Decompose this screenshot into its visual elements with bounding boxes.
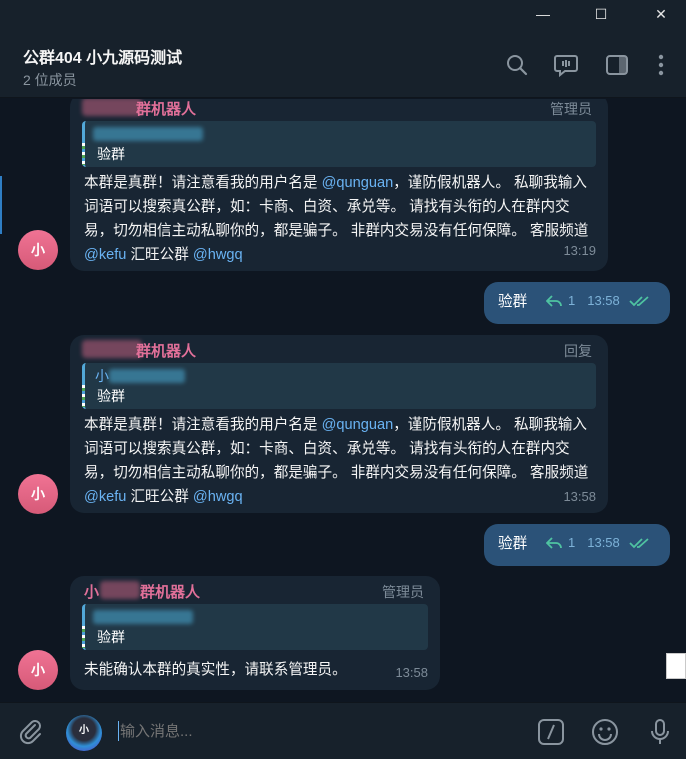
message-time: 13:58	[563, 489, 596, 504]
close-window-button[interactable]: ✕	[638, 0, 684, 28]
message-text: 验群	[498, 294, 528, 310]
emoji-icon[interactable]	[590, 717, 620, 747]
outgoing-message-bubble[interactable]: 验群 1 13:58	[484, 524, 670, 566]
overlay-window-fragment	[666, 653, 686, 679]
admin-badge: 管理员	[550, 101, 592, 117]
chat-header[interactable]: 公群404 小九源码测试 2 位成员	[0, 28, 686, 98]
message-text: 未能确认本群的真实性，请联系管理员。	[84, 662, 347, 678]
close-icon: ✕	[655, 5, 667, 22]
sender-name[interactable]: 群机器人	[140, 581, 200, 602]
reply-count[interactable]: 1	[568, 535, 575, 550]
send-as-avatar[interactable]: 小	[66, 715, 102, 751]
reply-arrow-icon	[546, 536, 562, 549]
search-icon[interactable]	[504, 52, 530, 78]
mention-link[interactable]: @kefu	[84, 247, 126, 263]
reply-count[interactable]: 1	[568, 293, 575, 308]
mention-link[interactable]: @hwgq	[193, 489, 243, 505]
chat-title[interactable]: 公群404 小九源码测试	[23, 44, 182, 68]
message-text: 本群是真群！请注意看我的用户名是 @qunguan，谨防假机器人。 私聊我输入词…	[84, 175, 589, 263]
message-meta: 1 13:58	[546, 293, 652, 308]
reply-stripe	[82, 626, 85, 648]
message-bubble[interactable]: 群机器人 回复 小 验群 本群是真群！请注意看我的用户名是 @qunguan，谨…	[70, 335, 608, 513]
mention-link[interactable]: @hwgq	[193, 247, 243, 263]
sender-name-prefix: 小	[84, 584, 100, 601]
message-time: 13:58	[587, 293, 620, 308]
reply-quote[interactable]: 验群	[82, 604, 428, 650]
avatar[interactable]: 小	[18, 650, 58, 690]
sender-name[interactable]: 群机器人	[136, 99, 196, 119]
window-titlebar: — ☐ ✕	[0, 0, 686, 28]
video-chat-icon[interactable]	[553, 52, 579, 78]
read-check-icon	[629, 537, 649, 548]
reply-label[interactable]: 回复	[564, 341, 592, 361]
maximize-icon: ☐	[594, 5, 608, 22]
message-composer: 小	[0, 702, 686, 759]
maximize-button[interactable]: ☐	[578, 0, 624, 28]
message-time: 13:58	[587, 535, 620, 550]
commands-icon[interactable]	[536, 717, 566, 747]
message-text: 验群	[498, 536, 528, 552]
attach-icon[interactable]	[16, 717, 46, 747]
sidebar-toggle-icon[interactable]	[604, 52, 630, 78]
reply-arrow-icon	[546, 294, 562, 307]
unread-indicator	[0, 176, 2, 234]
mention-link[interactable]: @qunguan	[322, 175, 394, 191]
reply-text: 验群	[97, 146, 125, 162]
reply-text: 验群	[97, 388, 125, 404]
redacted-reply-name	[93, 610, 193, 624]
message-meta: 1 13:58	[546, 535, 652, 550]
redacted-reply-name	[109, 369, 185, 383]
avatar[interactable]: 小	[18, 474, 58, 514]
reply-author: 小	[95, 368, 109, 384]
message-text: 本群是真群！请注意看我的用户名是 @qunguan，谨防假机器人。 私聊我输入词…	[84, 417, 589, 505]
mic-icon[interactable]	[645, 717, 675, 747]
admin-badge: 管理员	[382, 584, 424, 600]
minimize-icon: —	[536, 6, 550, 22]
sender-name[interactable]: 群机器人	[136, 340, 196, 361]
redacted-reply-name	[93, 127, 203, 141]
redacted-name	[82, 99, 142, 116]
message-list[interactable]: 群机器人 管理员 验群 本群是真群！请注意看我的用户名是 @qunguan，谨防…	[0, 99, 686, 699]
mention-link[interactable]: @qunguan	[322, 417, 394, 433]
mention-link[interactable]: @kefu	[84, 489, 126, 505]
redacted-name	[100, 581, 140, 599]
message-bubble[interactable]: 群机器人 管理员 验群 本群是真群！请注意看我的用户名是 @qunguan，谨防…	[70, 99, 608, 271]
message-bubble[interactable]: 小 群机器人 管理员 验群 未能确认本群的真实性，请联系管理员。 13:58	[70, 576, 440, 690]
reply-stripe	[82, 385, 85, 407]
reply-quote[interactable]: 验群	[82, 121, 596, 167]
reply-stripe	[82, 143, 85, 165]
minimize-button[interactable]: —	[520, 0, 566, 28]
member-count: 2 位成员	[23, 72, 77, 88]
read-check-icon	[629, 295, 649, 306]
reply-text: 验群	[97, 629, 125, 645]
more-vert-icon[interactable]	[648, 52, 674, 78]
reply-quote[interactable]: 小 验群	[82, 363, 596, 409]
redacted-name	[82, 340, 142, 358]
message-time: 13:58	[395, 665, 428, 680]
avatar[interactable]: 小	[18, 230, 58, 270]
message-input[interactable]	[118, 715, 518, 747]
outgoing-message-bubble[interactable]: 验群 1 13:58	[484, 282, 670, 324]
message-time: 13:19	[563, 243, 596, 258]
